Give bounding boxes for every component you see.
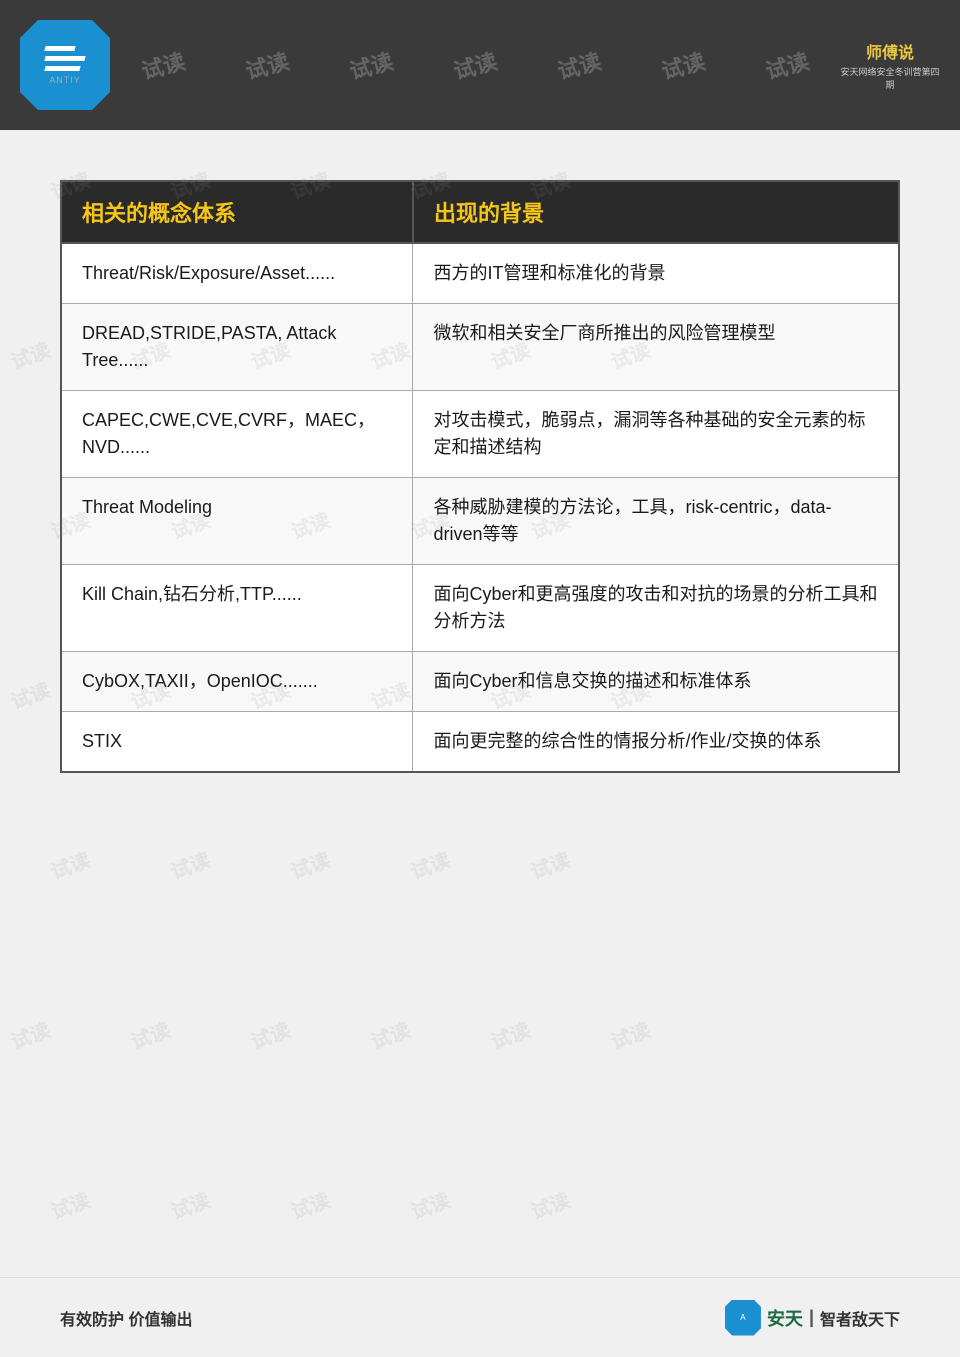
col2-header: 出现的背景 [413, 181, 899, 243]
header-right-brand: 师傅说 安天网络安全冬训营第四期 [840, 25, 940, 105]
logo-line-3 [44, 66, 80, 71]
brand-sub: 安天网络安全冬训营第四期 [840, 65, 940, 91]
wm-7: 试读 [762, 44, 813, 86]
header: ANTIY 试读 试读 试读 试读 试读 试读 试读 师傅说 安天网络安全冬训营… [0, 0, 960, 130]
wm-5: 试读 [554, 44, 605, 86]
table-row-left-4: Kill Chain,钻石分析,TTP...... [61, 565, 413, 652]
footer-logo-antiy: A [740, 1313, 745, 1322]
table-row-left-2: CAPEC,CWE,CVE,CVRF，MAEC，NVD...... [61, 391, 413, 478]
wm-4: 试读 [450, 44, 501, 86]
table-row: Kill Chain,钻石分析,TTP......面向Cyber和更高强度的攻击… [61, 565, 899, 652]
logo-text: ANTIY [49, 75, 81, 85]
footer-pipe: | [809, 1307, 814, 1328]
footer-logo-icon: A [725, 1300, 761, 1336]
main-content: 相关的概念体系 出现的背景 Threat/Risk/Exposure/Asset… [0, 130, 960, 813]
logo-line-1 [44, 46, 75, 51]
col1-header: 相关的概念体系 [61, 181, 413, 243]
logo-lines [45, 46, 85, 71]
table-row: STIX面向更完整的综合性的情报分析/作业/交换的体系 [61, 712, 899, 773]
wm-2: 试读 [242, 44, 293, 86]
table-row-left-5: CybOX,TAXII，OpenIOC....... [61, 652, 413, 712]
table-row-left-3: Threat Modeling [61, 478, 413, 565]
logo: ANTIY [20, 20, 110, 110]
footer: 有效防护 价值输出 A 安天 | 智者敌天下 [0, 1277, 960, 1357]
table-row-right-0: 西方的IT管理和标准化的背景 [413, 243, 899, 304]
footer-brand: 安天 [767, 1305, 803, 1331]
table-row-left-1: DREAD,STRIDE,PASTA, Attack Tree...... [61, 304, 413, 391]
table-row-left-6: STIX [61, 712, 413, 773]
table-row-right-3: 各种威胁建模的方法论，工具，risk-centric，data-driven等等 [413, 478, 899, 565]
table-row-right-6: 面向更完整的综合性的情报分析/作业/交换的体系 [413, 712, 899, 773]
table-row: CybOX,TAXII，OpenIOC.......面向Cyber和信息交换的描… [61, 652, 899, 712]
table-row-left-0: Threat/Risk/Exposure/Asset...... [61, 243, 413, 304]
footer-brand-sub: 智者敌天下 [820, 1306, 900, 1330]
footer-left-text: 有效防护 价值输出 [60, 1306, 192, 1330]
wm-3: 试读 [346, 44, 397, 86]
footer-right: A 安天 | 智者敌天下 [725, 1300, 900, 1336]
table-row: Threat Modeling各种威胁建模的方法论，工具，risk-centri… [61, 478, 899, 565]
table-row: Threat/Risk/Exposure/Asset......西方的IT管理和… [61, 243, 899, 304]
brand-name: 师傅说 [866, 39, 914, 63]
table-row: CAPEC,CWE,CVE,CVRF，MAEC，NVD......对攻击模式，脆… [61, 391, 899, 478]
table-row-right-4: 面向Cyber和更高强度的攻击和对抗的场景的分析工具和分析方法 [413, 565, 899, 652]
logo-line-2 [44, 56, 85, 61]
table-row-right-2: 对攻击模式，脆弱点，漏洞等各种基础的安全元素的标定和描述结构 [413, 391, 899, 478]
wm-1: 试读 [138, 44, 189, 86]
wm-6: 试读 [658, 44, 709, 86]
table-row: DREAD,STRIDE,PASTA, Attack Tree......微软和… [61, 304, 899, 391]
header-watermark: 试读 试读 试读 试读 试读 试读 试读 [110, 49, 840, 81]
concept-table: 相关的概念体系 出现的背景 Threat/Risk/Exposure/Asset… [60, 180, 900, 773]
table-row-right-1: 微软和相关安全厂商所推出的风险管理模型 [413, 304, 899, 391]
table-row-right-5: 面向Cyber和信息交换的描述和标准体系 [413, 652, 899, 712]
